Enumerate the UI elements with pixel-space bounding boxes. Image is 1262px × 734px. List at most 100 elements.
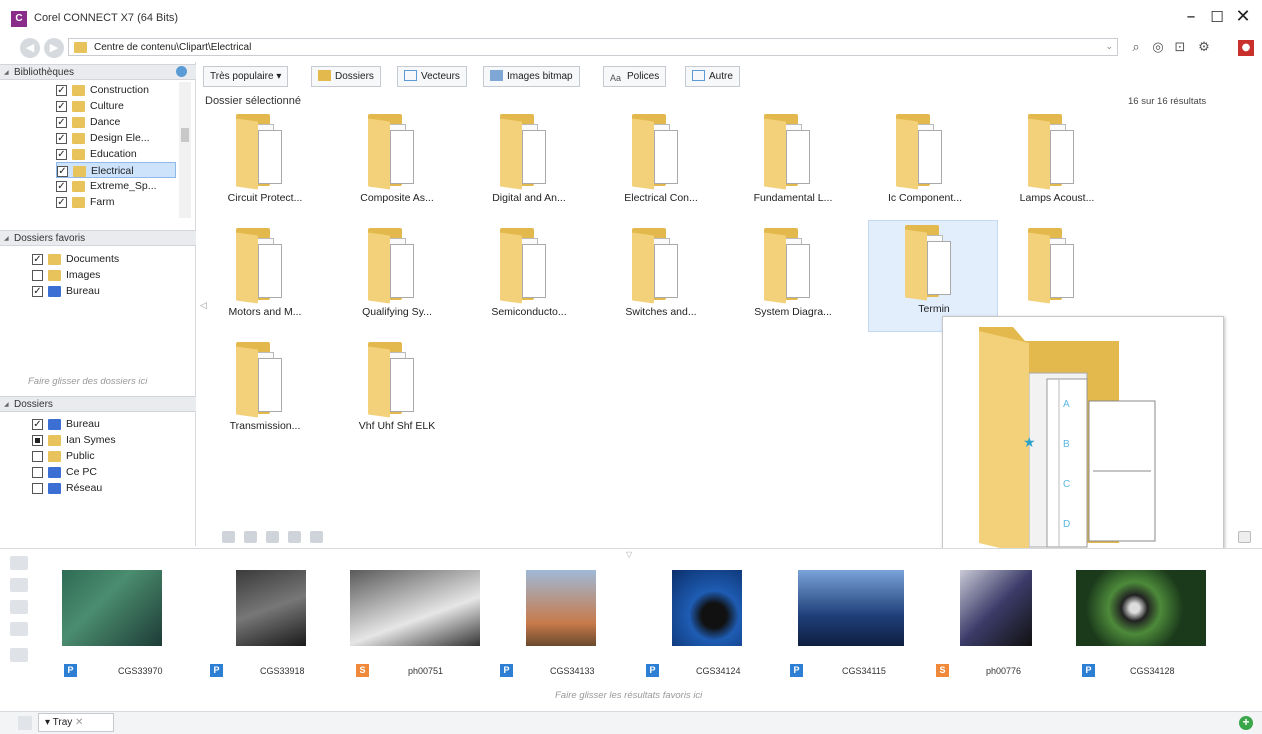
library-checkbox[interactable]	[56, 101, 67, 112]
tray-thumbnail[interactable]	[672, 570, 802, 650]
folder-item-public[interactable]: Public	[32, 448, 172, 464]
info-icon[interactable]	[176, 66, 187, 77]
folder-checkbox[interactable]	[32, 419, 43, 430]
minimize-button[interactable]: –	[1178, 6, 1204, 28]
favorite-checkbox[interactable]	[32, 254, 43, 265]
back-button[interactable]: ◀	[20, 38, 40, 58]
folder-item[interactable]: Digital and An...	[464, 110, 594, 220]
tray-menu-icon[interactable]	[18, 716, 32, 730]
folder-item[interactable]: Qualifying Sy...	[332, 224, 462, 334]
view-icon[interactable]	[310, 531, 323, 543]
user-icon[interactable]: ●	[1238, 40, 1254, 56]
folder-item[interactable]: Electrical Con...	[596, 110, 726, 220]
tray-tool-icon[interactable]	[10, 556, 28, 570]
folder-checkbox[interactable]	[32, 435, 43, 446]
svg-text:D: D	[1063, 519, 1070, 530]
view-icon[interactable]	[288, 531, 301, 543]
favorite-checkbox[interactable]	[32, 270, 43, 281]
filter-fonts-button[interactable]: Aa Polices	[603, 66, 667, 87]
search-icon[interactable]: ⌕	[1128, 40, 1144, 56]
folder-item[interactable]: Circuit Protect...	[200, 110, 330, 220]
scrollbar-thumb[interactable]	[181, 128, 189, 142]
favorite-item-documents[interactable]: Documents	[32, 251, 172, 267]
folder-item-ian-symes[interactable]: Ian Symes	[32, 432, 172, 448]
preview-folder-icon: A B C D ★	[979, 327, 1156, 555]
library-checkbox[interactable]	[56, 181, 67, 192]
tray-tool-icon[interactable]	[10, 648, 28, 662]
libraries-scrollbar[interactable]	[179, 82, 191, 218]
vector-badge: P	[64, 664, 77, 677]
tray-thumbnail[interactable]	[62, 570, 192, 650]
view-icon[interactable]	[266, 531, 279, 543]
folder-item[interactable]: Lamps Acoust...	[992, 110, 1122, 220]
filter-bitmaps-button[interactable]: Images bitmap	[483, 66, 580, 87]
folder-item[interactable]: Semiconducto...	[464, 224, 594, 334]
maximize-button[interactable]: ☐	[1204, 6, 1230, 28]
library-item-farm[interactable]: Farm	[56, 194, 176, 208]
address-field[interactable]: Centre de contenu\Clipart\Electrical ⌄	[68, 38, 1118, 56]
folder-item[interactable]: Transmission...	[200, 338, 330, 448]
filter-vectors-button[interactable]: Vecteurs	[397, 66, 467, 87]
folder-item[interactable]: Ic Component...	[860, 110, 990, 220]
settings-icon[interactable]: ⚙	[1196, 40, 1212, 56]
filter-folders-button[interactable]: Dossiers	[311, 66, 381, 87]
tray-thumbnail[interactable]	[526, 570, 656, 650]
library-checkbox[interactable]	[56, 149, 67, 160]
tray-thumbnail[interactable]	[798, 570, 928, 650]
collapse-icon[interactable]: ▽	[626, 550, 632, 559]
library-item-dance[interactable]: Dance	[56, 114, 176, 130]
library-checkbox[interactable]	[56, 85, 67, 96]
folder-item-bureau[interactable]: Bureau	[32, 416, 172, 432]
other-icon	[692, 70, 705, 81]
tray-tool-icon[interactable]	[10, 578, 28, 592]
folder-upload-icon[interactable]: ⊡	[1172, 40, 1188, 56]
popularity-dropdown[interactable]: Très populaire ▾	[203, 66, 289, 87]
folder-item-ce-pc[interactable]: Ce PC	[32, 464, 172, 480]
folder-item-reseau[interactable]: Réseau	[32, 480, 172, 496]
chevron-down-icon[interactable]: ⌄	[1105, 41, 1113, 52]
folder-item[interactable]: Composite As...	[332, 110, 462, 220]
forward-button[interactable]: ▶	[44, 38, 64, 58]
tray-thumbnail[interactable]	[236, 570, 366, 650]
view-icon[interactable]	[244, 531, 257, 543]
library-item-extreme-sports[interactable]: Extreme_Sp...	[56, 178, 176, 194]
library-checkbox[interactable]	[56, 117, 67, 128]
tray-tool-icon[interactable]	[10, 600, 28, 614]
folder-item[interactable]: Switches and...	[596, 224, 726, 334]
tray-thumbnail[interactable]	[960, 570, 1090, 650]
view-icon[interactable]	[222, 531, 235, 543]
web-icon[interactable]: ◎	[1150, 40, 1166, 56]
library-checkbox[interactable]	[56, 197, 67, 208]
library-item-design-elements[interactable]: Design Ele...	[56, 130, 176, 146]
folder-item[interactable]: System Diagra...	[728, 224, 858, 334]
add-tray-button[interactable]: +	[1239, 716, 1253, 730]
favorite-item-images[interactable]: Images	[32, 267, 172, 283]
filter-other-button[interactable]: Autre	[685, 66, 740, 87]
folder-item[interactable]: Motors and M...	[200, 224, 330, 334]
folder-checkbox[interactable]	[32, 467, 43, 478]
folder-checkbox[interactable]	[32, 483, 43, 494]
folder-checkbox[interactable]	[32, 451, 43, 462]
tray-thumbnail[interactable]	[1076, 570, 1206, 650]
folders-header[interactable]: Dossiers	[0, 396, 196, 413]
favorite-item-bureau[interactable]: Bureau	[32, 283, 172, 299]
library-item-electrical[interactable]: Electrical	[56, 162, 176, 178]
libraries-header[interactable]: Bibliothèques	[0, 64, 196, 81]
folder-icon	[632, 114, 680, 190]
folder-item[interactable]: Vhf Uhf Shf ELK	[332, 338, 462, 448]
library-checkbox[interactable]	[56, 133, 67, 144]
favorite-checkbox[interactable]	[32, 286, 43, 297]
library-item-culture[interactable]: Culture	[56, 98, 176, 114]
folder-label: Switches and...	[625, 306, 697, 318]
tray-tool-icon[interactable]	[10, 622, 28, 636]
close-button[interactable]: ✕	[1230, 6, 1256, 28]
folder-item[interactable]: Fundamental L...	[728, 110, 858, 220]
tray-thumbnail[interactable]	[350, 570, 480, 650]
library-checkbox[interactable]	[57, 166, 68, 177]
close-icon[interactable]: ✕	[75, 717, 83, 728]
tray-tab[interactable]: ▾ Tray ✕	[38, 713, 114, 732]
library-item-construction[interactable]: Construction	[56, 82, 176, 98]
favorites-header[interactable]: Dossiers favoris	[0, 230, 196, 247]
library-item-education[interactable]: Education	[56, 146, 176, 162]
zoom-icon[interactable]	[1238, 531, 1251, 543]
